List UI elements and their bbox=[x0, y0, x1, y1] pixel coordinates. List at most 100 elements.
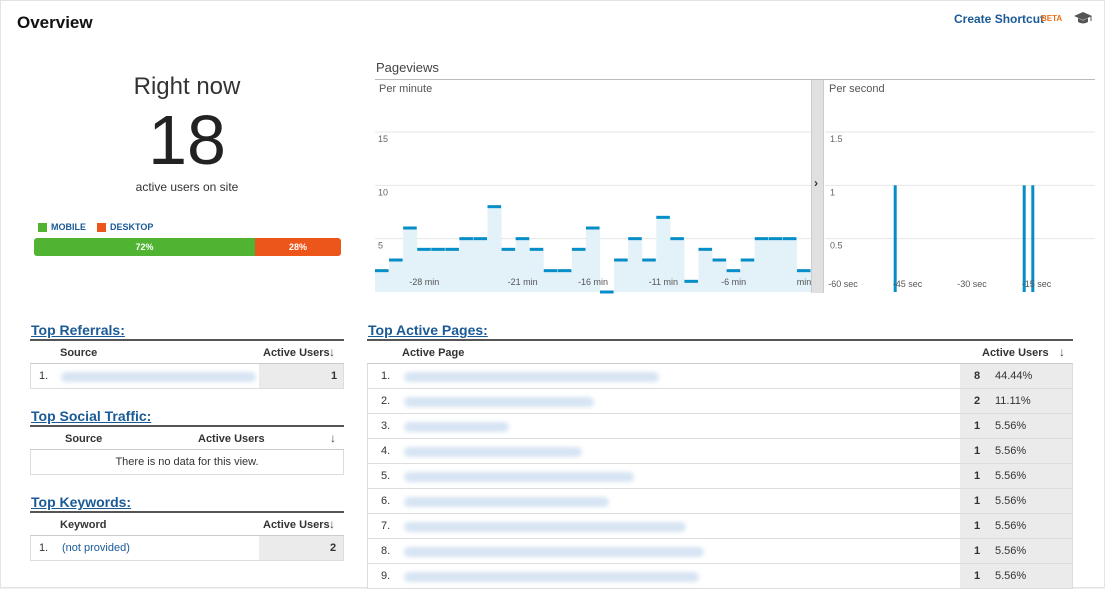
row-percentage: 44.44% bbox=[995, 370, 1033, 382]
create-shortcut-link[interactable]: Create Shortcut bbox=[954, 12, 1044, 26]
x-tick-label: -60 sec bbox=[828, 279, 858, 289]
table-row[interactable]: 8. 1 5.56% bbox=[367, 539, 1073, 564]
bar bbox=[628, 237, 642, 241]
active-page-link-redacted[interactable] bbox=[404, 422, 509, 432]
pageviews-title: Pageviews bbox=[376, 60, 439, 75]
table-row[interactable]: 7. 1 5.56% bbox=[367, 514, 1073, 539]
active-page-link-redacted[interactable] bbox=[404, 397, 594, 407]
active-page-column-header[interactable]: Active Page bbox=[402, 347, 464, 359]
bar bbox=[740, 258, 755, 262]
row-index: 7. bbox=[381, 520, 391, 532]
legend-mobile-label: MOBILE bbox=[51, 222, 86, 232]
graduation-cap-icon[interactable] bbox=[1073, 10, 1093, 26]
row-index: 1. bbox=[381, 370, 391, 382]
active-page-link-redacted[interactable] bbox=[404, 572, 699, 582]
active-users-column-header[interactable]: Active Users bbox=[198, 433, 265, 445]
row-percentage: 5.56% bbox=[995, 445, 1027, 457]
active-page-link-redacted[interactable] bbox=[404, 472, 634, 482]
active-page-link-redacted[interactable] bbox=[404, 447, 582, 457]
sort-down-icon[interactable]: ↓ bbox=[1059, 345, 1065, 359]
keywords-table-header: Keyword Active Users ↓ bbox=[30, 511, 344, 536]
bar bbox=[473, 237, 488, 241]
x-tick-label: -28 min bbox=[409, 277, 439, 287]
top-keywords-title[interactable]: Top Keywords: bbox=[31, 494, 131, 510]
bar bbox=[431, 247, 445, 251]
pageviews-chart: 5 10 15 -28 min -21 min -16 min -11 min -6 min m… bbox=[375, 79, 1095, 294]
sort-down-icon[interactable]: ↓ bbox=[329, 345, 335, 359]
top-active-pages-title[interactable]: Top Active Pages: bbox=[368, 322, 488, 338]
active-page-link-redacted[interactable] bbox=[404, 497, 609, 507]
beta-badge: BETA bbox=[1041, 14, 1063, 23]
active-page-link-redacted[interactable] bbox=[404, 372, 659, 382]
active-users-column-header[interactable]: Active Users bbox=[982, 347, 1049, 359]
source-column-header[interactable]: Source bbox=[60, 347, 97, 359]
row-index: 6. bbox=[381, 495, 391, 507]
table-row[interactable]: 6. 1 5.56% bbox=[367, 489, 1073, 514]
sort-down-icon[interactable]: ↓ bbox=[330, 431, 336, 445]
social-table-header: Source Active Users ↓ bbox=[30, 425, 344, 450]
sort-down-icon[interactable]: ↓ bbox=[329, 517, 335, 531]
y-tick-label: 1 bbox=[830, 187, 835, 197]
row-percentage: 5.56% bbox=[995, 495, 1027, 507]
bar bbox=[656, 215, 670, 219]
bar bbox=[389, 258, 403, 262]
device-split-bar: 72% 28% bbox=[34, 238, 341, 256]
bar bbox=[1031, 185, 1035, 292]
row-value: 1 bbox=[974, 545, 981, 557]
top-referrals-title[interactable]: Top Referrals: bbox=[31, 322, 125, 338]
bar bbox=[712, 258, 727, 262]
source-column-header[interactable]: Source bbox=[65, 433, 102, 445]
bar bbox=[698, 247, 713, 251]
row-percentage: 5.56% bbox=[995, 420, 1027, 432]
table-row[interactable]: 5. 1 5.56% bbox=[367, 464, 1073, 489]
active-users-column-header[interactable]: Active Users bbox=[263, 347, 330, 359]
row-index: 1. bbox=[39, 370, 49, 382]
table-row[interactable]: 1. (not provided) 2 bbox=[30, 536, 344, 561]
table-row[interactable]: 3. 1 5.56% bbox=[367, 414, 1073, 439]
bar bbox=[754, 237, 769, 241]
bar bbox=[585, 226, 600, 230]
bar bbox=[403, 226, 417, 230]
bar bbox=[543, 269, 558, 273]
table-row[interactable]: 4. 1 5.56% bbox=[367, 439, 1073, 464]
x-tick-label: -30 sec bbox=[957, 279, 987, 289]
bar bbox=[501, 247, 516, 251]
table-row[interactable]: 1. 1 bbox=[30, 364, 344, 389]
desktop-segment: 28% bbox=[255, 238, 341, 256]
row-value: 1 bbox=[331, 370, 338, 382]
page-title: Overview bbox=[17, 13, 93, 32]
mobile-segment: 72% bbox=[34, 238, 256, 256]
keyword-link[interactable]: (not provided) bbox=[62, 542, 130, 554]
table-row[interactable]: 1. 8 44.44% bbox=[367, 364, 1073, 389]
active-page-link-redacted[interactable] bbox=[404, 547, 704, 557]
per-second-label: Per second bbox=[829, 83, 885, 95]
row-value: 2 bbox=[330, 542, 337, 554]
active-users-column-header[interactable]: Active Users bbox=[263, 519, 330, 531]
chevron-right-icon: › bbox=[814, 176, 818, 190]
right-now-heading: Right now bbox=[133, 73, 241, 100]
bar bbox=[893, 185, 897, 292]
bar bbox=[684, 279, 698, 283]
per-second-chart: 0.5 1 1.5 -60 sec -45 sec -30 sec -15 sec bbox=[825, 131, 1095, 292]
y-tick-label: 15 bbox=[378, 134, 388, 144]
table-row[interactable]: 9. 1 5.56% bbox=[367, 564, 1073, 589]
pages-table-header: Active Page Active Users ↓ bbox=[367, 339, 1073, 364]
per-minute-chart: 5 10 15 -28 min -21 min -16 min -11 min -6 min m… bbox=[375, 131, 811, 294]
row-index: 2. bbox=[381, 395, 391, 407]
top-social-title[interactable]: Top Social Traffic: bbox=[31, 408, 151, 424]
row-index: 1. bbox=[39, 542, 49, 554]
row-value: 1 bbox=[974, 495, 981, 507]
y-tick-label: 10 bbox=[378, 187, 388, 197]
row-index: 4. bbox=[381, 445, 391, 457]
active-page-link-redacted[interactable] bbox=[404, 522, 686, 532]
row-value: 2 bbox=[974, 395, 981, 407]
source-value-redacted[interactable] bbox=[61, 372, 256, 382]
table-row[interactable]: 2. 2 11.11% bbox=[367, 389, 1073, 414]
mobile-swatch bbox=[38, 222, 47, 232]
desktop-swatch bbox=[97, 222, 106, 232]
bar bbox=[417, 247, 431, 251]
row-index: 3. bbox=[381, 420, 391, 432]
referrals-table-header: Source Active Users ↓ bbox=[30, 339, 344, 364]
chart-expand-toggle[interactable]: › bbox=[811, 80, 824, 293]
keyword-column-header[interactable]: Keyword bbox=[60, 519, 106, 531]
